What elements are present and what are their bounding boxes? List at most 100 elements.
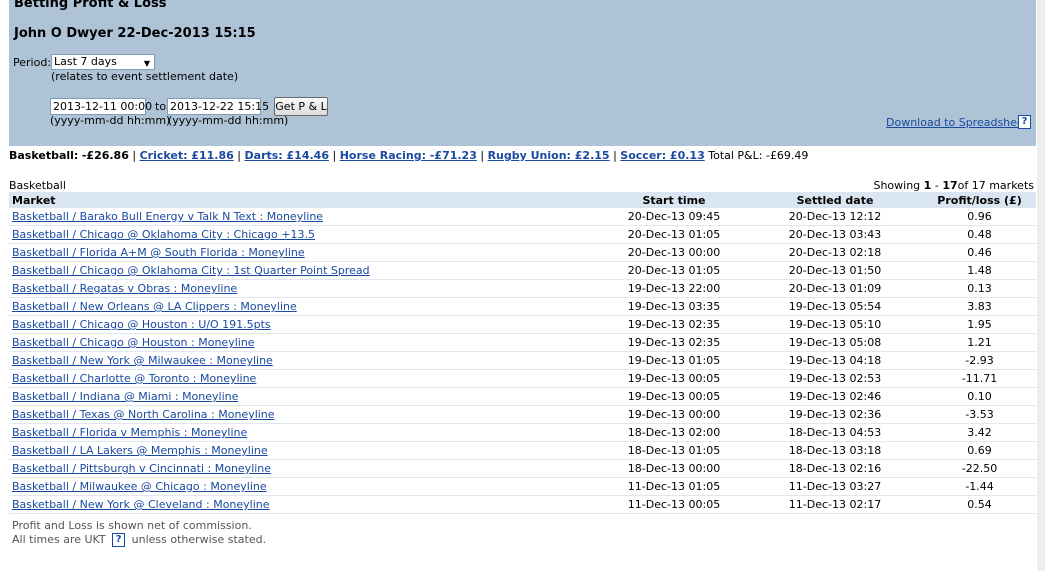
profit-loss-cell: 3.42 (923, 423, 1036, 442)
market-link[interactable]: Basketball / Regatas v Obras : Moneyline (12, 282, 237, 295)
profit-loss-cell: 0.54 (923, 495, 1036, 514)
profit-loss-cell: 0.96 (923, 208, 1036, 226)
market-link[interactable]: Basketball / Chicago @ Houston : Moneyli… (12, 336, 255, 349)
start-time-cell: 19-Dec-13 02:35 (601, 315, 747, 334)
start-time-cell: 18-Dec-13 00:00 (601, 459, 747, 478)
settled-date-cell: 19-Dec-13 02:46 (747, 387, 923, 406)
market-cell: Basketball / Pittsburgh v Cincinnati : M… (9, 459, 601, 478)
settled-date-cell: 18-Dec-13 04:53 (747, 423, 923, 442)
from-format-hint: (yyyy-mm-dd hh:mm) (50, 114, 171, 127)
market-link[interactable]: Basketball / Barako Bull Energy v Talk N… (12, 210, 323, 223)
market-link[interactable]: Basketball / Chicago @ Oklahoma City : C… (12, 228, 315, 241)
to-label: to (155, 100, 167, 113)
to-date-input[interactable]: 2013-12-22 15:15 (167, 98, 269, 115)
market-cell: Basketball / Chicago @ Houston : U/O 191… (9, 315, 601, 334)
market-link[interactable]: Basketball / Milwaukee @ Chicago : Money… (12, 480, 267, 493)
table-row: Basketball / LA Lakers @ Memphis : Money… (9, 441, 1036, 460)
start-time-cell: 19-Dec-13 00:05 (601, 387, 747, 406)
table-row: Basketball / Regatas v Obras : Moneyline… (9, 279, 1036, 298)
table-row: Basketball / Chicago @ Houston : U/O 191… (9, 315, 1036, 334)
table-row: Basketball / Indiana @ Miami : Moneyline… (9, 387, 1036, 406)
market-cell: Basketball / Barako Bull Energy v Talk N… (9, 208, 601, 226)
settled-date-cell: 20-Dec-13 01:50 (747, 261, 923, 280)
start-time-cell: 19-Dec-13 22:00 (601, 279, 747, 298)
start-time-cell: 19-Dec-13 02:35 (601, 333, 747, 352)
market-link[interactable]: Basketball / Pittsburgh v Cincinnati : M… (12, 462, 271, 475)
table-row: Basketball / Florida v Memphis : Moneyli… (9, 423, 1036, 442)
summary-separator: | (237, 149, 242, 162)
market-cell: Basketball / Milwaukee @ Chicago : Money… (9, 477, 601, 496)
table-row: Basketball / Florida A+M @ South Florida… (9, 243, 1036, 262)
period-select[interactable]: Last 7 days ▼ (51, 54, 155, 70)
summary-link-darts[interactable]: Darts: £14.46 (245, 149, 329, 162)
market-link[interactable]: Basketball / Chicago @ Oklahoma City : 1… (12, 264, 370, 277)
page-title: Betting Profit & Loss (14, 0, 167, 11)
settled-date-cell: 20-Dec-13 01:09 (747, 279, 923, 298)
market-link[interactable]: Basketball / Chicago @ Houston : U/O 191… (12, 318, 271, 331)
start-time-cell: 18-Dec-13 01:05 (601, 441, 747, 460)
showing-dash: - (934, 179, 939, 192)
profit-loss-cell: 0.13 (923, 279, 1036, 298)
showing-of: of 17 markets (957, 179, 1034, 192)
settled-date-cell: 19-Dec-13 05:10 (747, 315, 923, 334)
market-link[interactable]: Basketball / Indiana @ Miami : Moneyline (12, 390, 238, 403)
summary-link-cricket[interactable]: Cricket: £11.86 (140, 149, 234, 162)
timezone-note-suffix: unless otherwise stated. (131, 533, 267, 546)
showing-count: Showing 1 - 17of 17 markets (873, 179, 1034, 192)
market-link[interactable]: Basketball / Charlotte @ Toronto : Money… (12, 372, 256, 385)
showing-range-end: 17 (942, 179, 958, 192)
start-time-cell: 20-Dec-13 00:00 (601, 243, 747, 262)
market-cell: Basketball / New York @ Cleveland : Mone… (9, 495, 601, 514)
summary-separator: | (332, 149, 337, 162)
market-link[interactable]: Basketball / Texas @ North Carolina : Mo… (12, 408, 275, 421)
download-spreadsheet-link[interactable]: Download to Spreadsheet (886, 116, 1028, 129)
filter-panel: Betting Profit & Loss John O Dwyer 22-De… (9, 0, 1036, 146)
vertical-scrollbar[interactable] (1037, 0, 1045, 571)
market-link[interactable]: Basketball / New York @ Milwaukee : Mone… (12, 354, 273, 367)
column-header-start-time: Start time (601, 192, 747, 208)
summary-total-label: Total P&L: (708, 149, 763, 162)
timezone-note: All times are UKT ? unless otherwise sta… (12, 533, 266, 547)
summary-link-rugby-union[interactable]: Rugby Union: £2.15 (488, 149, 610, 162)
settled-date-cell: 19-Dec-13 02:36 (747, 405, 923, 424)
table-header-row: Market Start time Settled date Profit/lo… (9, 192, 1036, 208)
start-time-cell: 11-Dec-13 00:05 (601, 495, 747, 514)
settled-date-cell: 19-Dec-13 02:53 (747, 369, 923, 388)
market-link[interactable]: Basketball / Florida A+M @ South Florida… (12, 246, 305, 259)
table-row: Basketball / New York @ Cleveland : Mone… (9, 495, 1036, 514)
table-row: Basketball / Pittsburgh v Cincinnati : M… (9, 459, 1036, 478)
table-row: Basketball / New York @ Milwaukee : Mone… (9, 351, 1036, 370)
profit-loss-cell: -3.53 (923, 405, 1036, 424)
profit-loss-cell: 0.48 (923, 225, 1036, 244)
profit-loss-cell: 1.95 (923, 315, 1036, 334)
settled-date-cell: 18-Dec-13 03:18 (747, 441, 923, 460)
settled-date-cell: 18-Dec-13 02:16 (747, 459, 923, 478)
market-link[interactable]: Basketball / New York @ Cleveland : Mone… (12, 498, 270, 511)
settled-date-cell: 20-Dec-13 12:12 (747, 208, 923, 226)
help-icon[interactable]: ? (112, 533, 126, 547)
showing-range-start: 1 (923, 179, 932, 192)
summary-link-soccer[interactable]: Soccer: £0.13 (620, 149, 704, 162)
help-icon[interactable]: ? (1018, 115, 1031, 129)
profit-loss-cell: 3.83 (923, 297, 1036, 316)
market-cell: Basketball / Chicago @ Oklahoma City : C… (9, 225, 601, 244)
market-cell: Basketball / New Orleans @ LA Clippers :… (9, 297, 601, 316)
market-cell: Basketball / Chicago @ Oklahoma City : 1… (9, 261, 601, 280)
settled-date-cell: 20-Dec-13 03:43 (747, 225, 923, 244)
market-cell: Basketball / Florida A+M @ South Florida… (9, 243, 601, 262)
market-link[interactable]: Basketball / New Orleans @ LA Clippers :… (12, 300, 297, 313)
column-header-market: Market (9, 192, 601, 208)
market-link[interactable]: Basketball / Florida v Memphis : Moneyli… (12, 426, 247, 439)
market-cell: Basketball / LA Lakers @ Memphis : Money… (9, 441, 601, 460)
markets-table: Market Start time Settled date Profit/lo… (9, 192, 1036, 514)
timezone-note-prefix: All times are UKT (12, 533, 106, 546)
start-time-cell: 18-Dec-13 02:00 (601, 423, 747, 442)
start-time-cell: 11-Dec-13 01:05 (601, 477, 747, 496)
summary-separator: | (613, 149, 617, 162)
chevron-down-icon: ▼ (143, 59, 150, 68)
summary-link-horse-racing[interactable]: Horse Racing: -£71.23 (340, 149, 477, 162)
market-link[interactable]: Basketball / LA Lakers @ Memphis : Money… (12, 444, 268, 457)
settled-date-cell: 11-Dec-13 03:27 (747, 477, 923, 496)
from-date-input[interactable]: 2013-12-11 00:00 (50, 98, 152, 115)
profit-loss-cell: -11.71 (923, 369, 1036, 388)
